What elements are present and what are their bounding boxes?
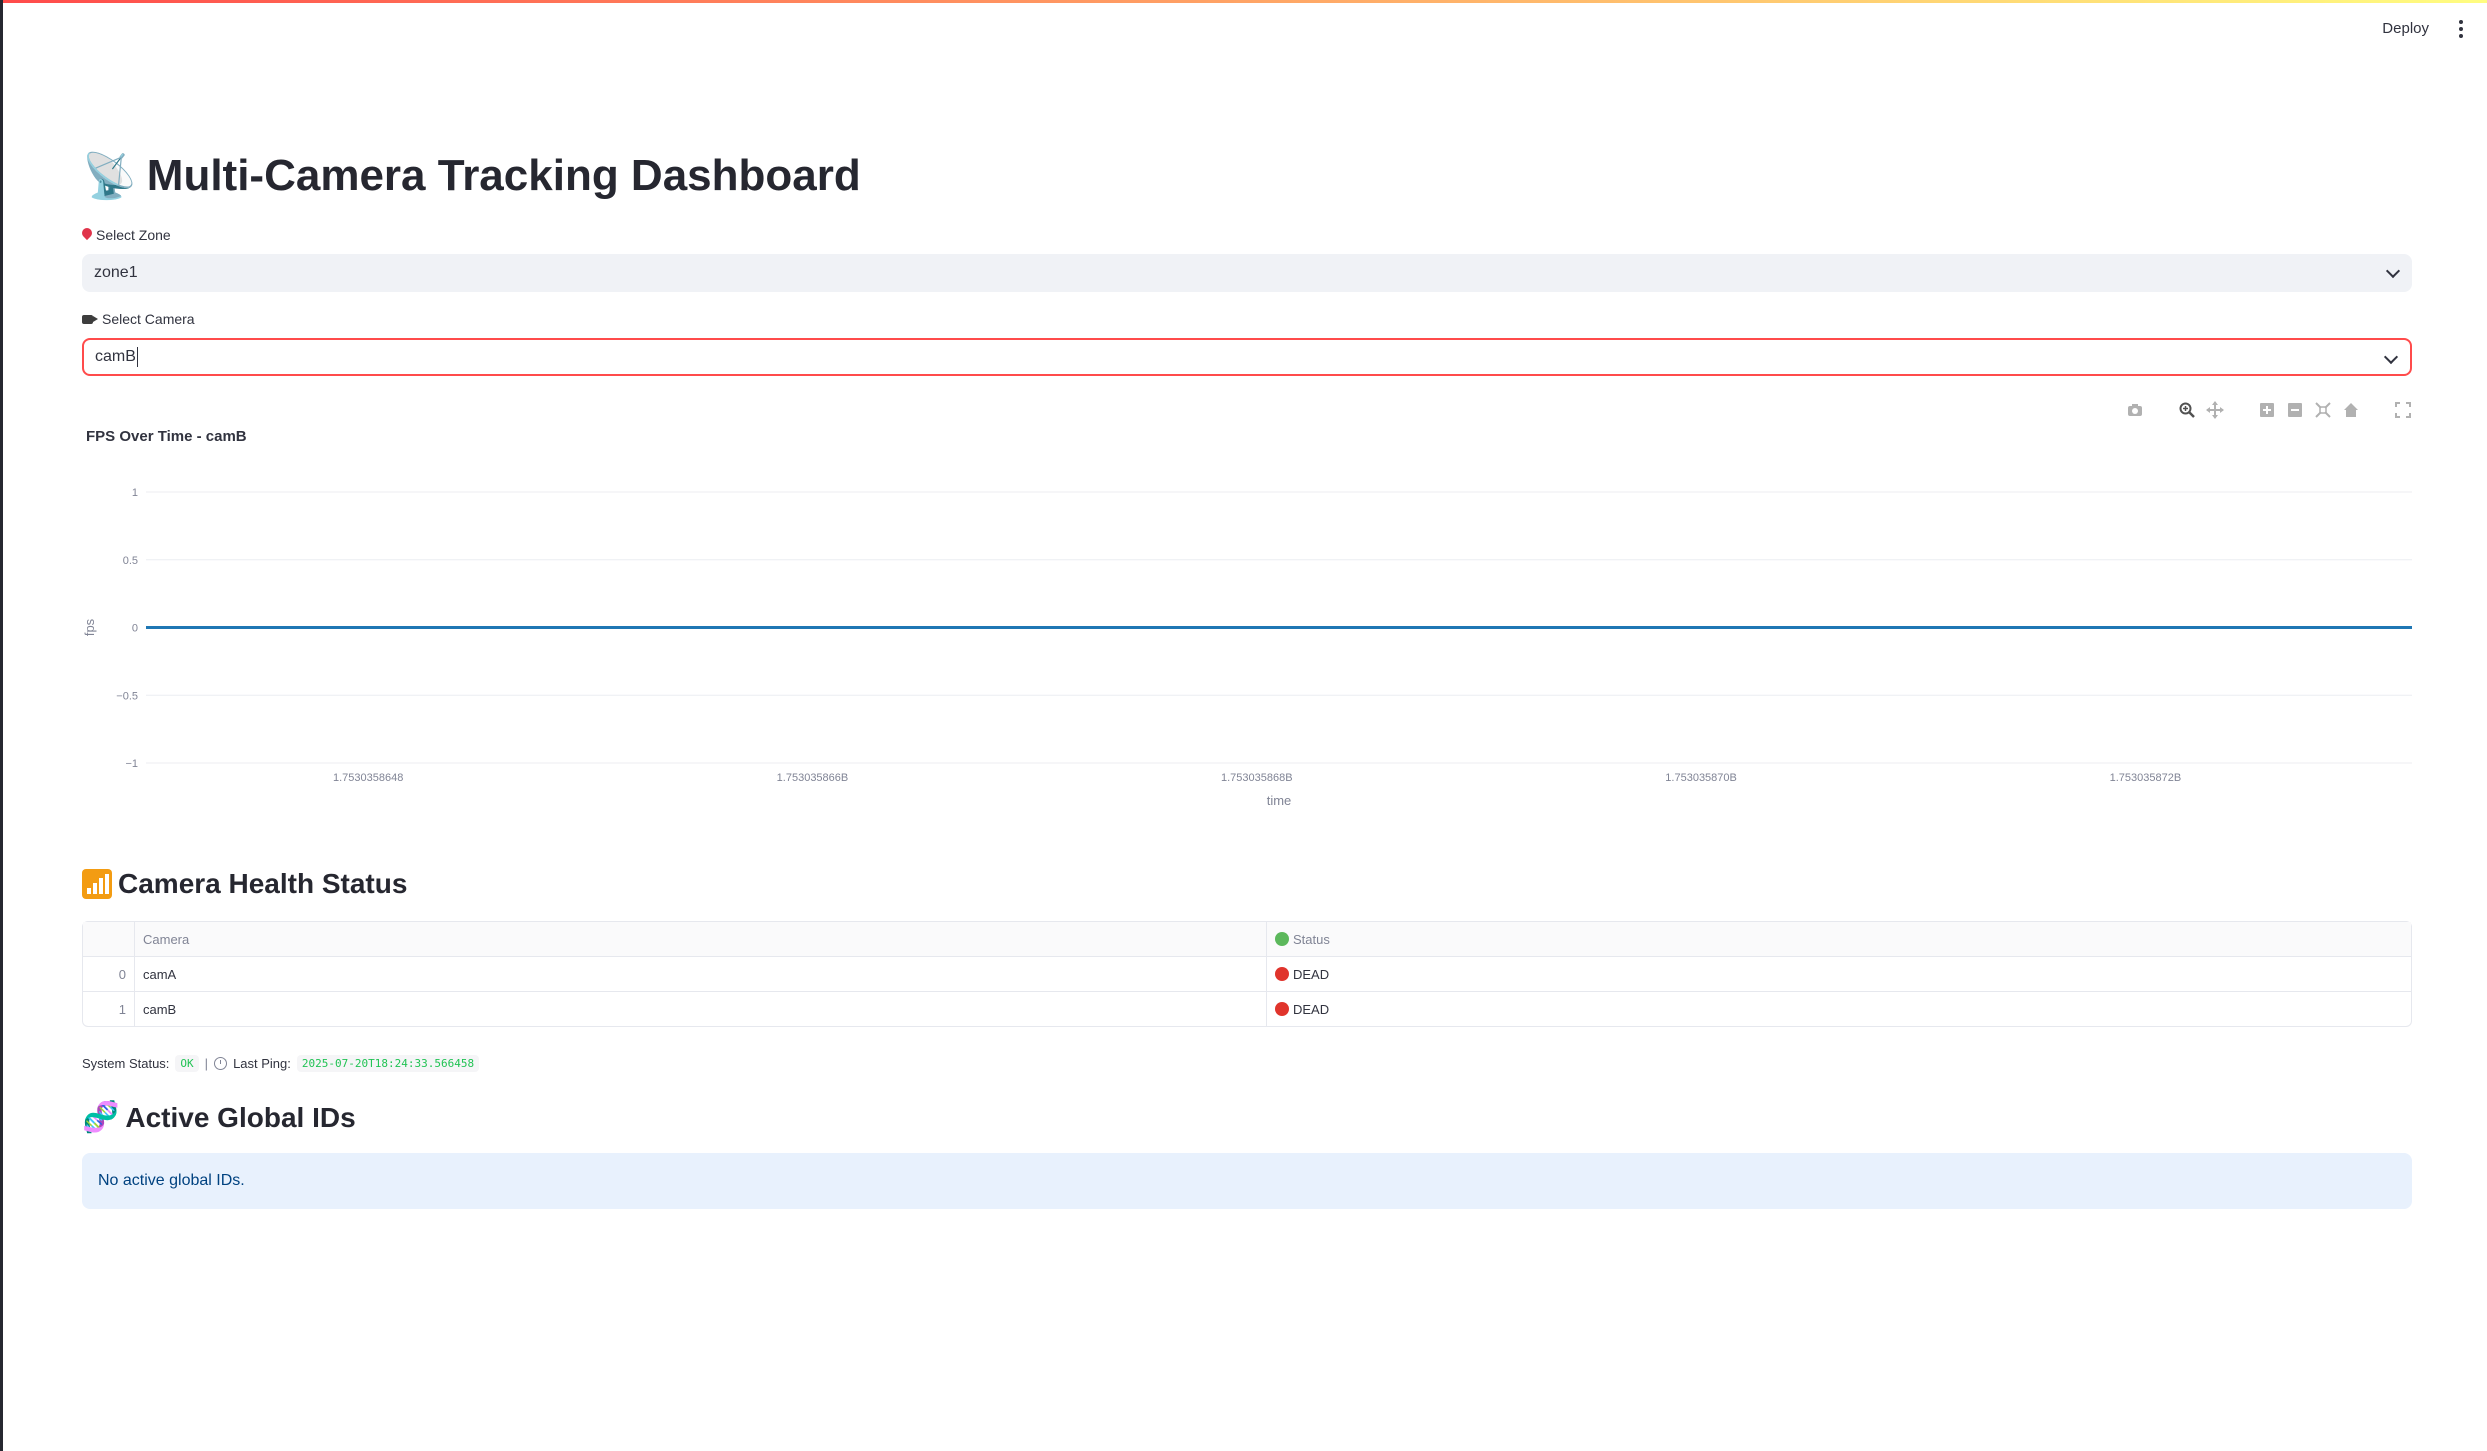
- status-cell[interactable]: DEAD: [1267, 992, 2411, 1026]
- zone-select-value: zone1: [94, 264, 138, 281]
- fullscreen-icon[interactable]: [2394, 401, 2412, 419]
- y-tick-label: −0.5: [116, 690, 138, 702]
- table-row: 1 camB DEAD: [83, 992, 2411, 1026]
- status-value: DEAD: [1293, 1001, 1330, 1017]
- camera-cell[interactable]: camB: [135, 992, 1267, 1026]
- red-circle-icon: [1275, 1002, 1289, 1016]
- pin-icon: [82, 228, 92, 242]
- y-tick-label: −1: [125, 758, 138, 770]
- chevron-down-icon[interactable]: [2383, 349, 2399, 365]
- camera-column-header[interactable]: Camera: [135, 922, 1267, 956]
- page-title: 📡 Multi-Camera Tracking Dashboard: [82, 150, 861, 202]
- info-message: No active global IDs.: [98, 1172, 245, 1189]
- green-circle-icon: [1275, 932, 1289, 946]
- camera-health-table: Camera Status 0 camA DEAD 1 camB DEAD: [82, 921, 2412, 1027]
- no-global-ids-alert: No active global IDs.: [82, 1153, 2412, 1209]
- x-tick-label: 1.7530358648: [333, 772, 403, 784]
- text-cursor: [136, 347, 138, 367]
- zone-select-label: Select Zone: [82, 227, 171, 243]
- signal-bars-icon: [82, 869, 112, 899]
- camera-select-value: camB: [95, 348, 136, 365]
- camera-select-label-text: Select Camera: [102, 311, 195, 327]
- last-ping-label: Last Ping:: [233, 1056, 291, 1071]
- x-tick-label: 1.753035870B: [1665, 772, 1737, 784]
- x-tick-label: 1.753035866B: [777, 772, 849, 784]
- app-header: Deploy: [2374, 14, 2471, 43]
- y-tick-label: 0.5: [123, 555, 138, 567]
- app-top-decoration: [0, 0, 2487, 3]
- camera-health-title-text: Camera Health Status: [118, 868, 408, 899]
- status-column-header[interactable]: Status: [1267, 922, 2411, 956]
- row-index: 0: [83, 957, 135, 991]
- system-status-label: System Status:: [82, 1056, 170, 1071]
- y-tick-label: 0: [132, 623, 138, 635]
- autoscale-icon[interactable]: [2314, 401, 2332, 419]
- camera-health-title: Camera Health Status: [82, 868, 407, 900]
- chart-title: FPS Over Time - camB: [86, 428, 247, 445]
- fps-chart[interactable]: 1 0.5 0 −0.5 −1 1.7530358648 1.753035866B 1.753…: [82, 470, 2412, 820]
- x-tick-label: 1.753035872B: [2110, 772, 2182, 784]
- chevron-down-icon[interactable]: [2385, 263, 2401, 279]
- more-vert-icon[interactable]: [2451, 15, 2471, 43]
- status-value: DEAD: [1293, 966, 1330, 982]
- chart-modebar: [2126, 401, 2412, 419]
- x-axis-title: time: [1267, 793, 1292, 808]
- satellite-antenna-icon: 📡: [82, 152, 137, 201]
- pan-icon[interactable]: [2206, 401, 2224, 419]
- status-column-label: Status: [1293, 931, 1330, 947]
- system-status-value: OK: [175, 1055, 199, 1072]
- zoom-icon[interactable]: [2178, 401, 2196, 419]
- zoom-out-icon[interactable]: [2286, 401, 2304, 419]
- red-circle-icon: [1275, 967, 1289, 981]
- reset-axes-icon[interactable]: [2342, 401, 2360, 419]
- stopwatch-icon: [214, 1057, 228, 1070]
- table-header-row: Camera Status: [83, 922, 2411, 957]
- window-left-edge: [0, 0, 3, 1451]
- camera-cell[interactable]: camA: [135, 957, 1267, 991]
- zoom-in-icon[interactable]: [2258, 401, 2276, 419]
- last-ping-value: 2025-07-20T18:24:33.566458: [296, 1055, 480, 1072]
- row-index: 1: [83, 992, 135, 1026]
- camera-icon[interactable]: [2126, 401, 2144, 419]
- zone-select[interactable]: zone1: [82, 254, 2412, 292]
- status-cell[interactable]: DEAD: [1267, 957, 2411, 991]
- deploy-button[interactable]: Deploy: [2374, 14, 2437, 43]
- camera-select[interactable]: camB: [82, 338, 2412, 376]
- global-ids-title: 🧬 Active Global IDs: [82, 1100, 356, 1135]
- system-status-line: System Status: OK | Last Ping: 2025-07-2…: [82, 1055, 480, 1072]
- global-ids-title-text: Active Global IDs: [125, 1101, 356, 1133]
- separator: |: [204, 1056, 209, 1071]
- table-row: 0 camA DEAD: [83, 957, 2411, 992]
- y-axis-title: fps: [82, 618, 97, 636]
- zone-select-label-text: Select Zone: [96, 227, 171, 243]
- dna-icon: 🧬: [82, 1101, 120, 1134]
- camera-select-label: Select Camera: [82, 311, 195, 327]
- x-tick-label: 1.753035868B: [1221, 772, 1293, 784]
- page-title-text: Multi-Camera Tracking Dashboard: [146, 151, 861, 200]
- index-column-header[interactable]: [83, 922, 135, 956]
- y-tick-label: 1: [132, 487, 138, 499]
- video-camera-icon: [82, 313, 98, 325]
